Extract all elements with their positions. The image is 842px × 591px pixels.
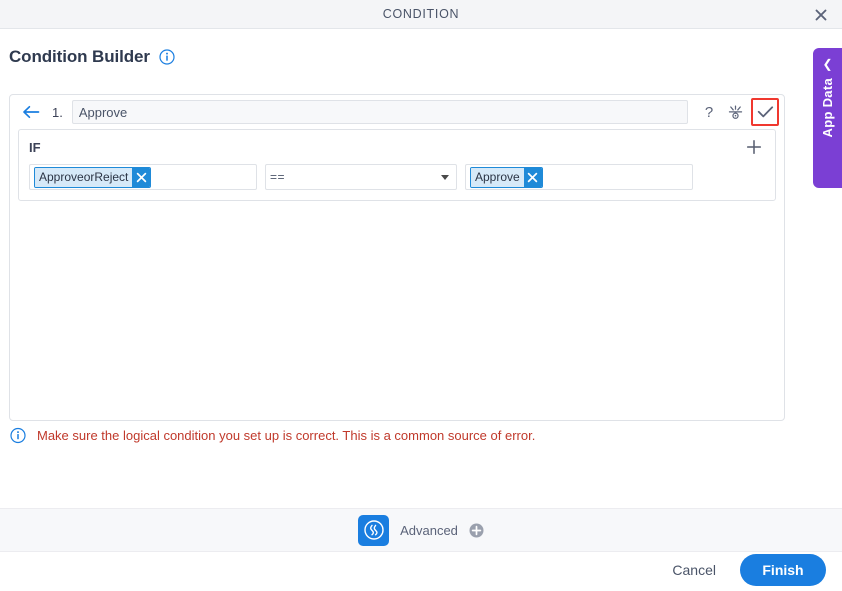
warning-text: Make sure the logical condition you set … — [37, 427, 536, 443]
rule-header: 1. ? — [10, 95, 784, 129]
rule-header-icons: ? — [696, 98, 779, 126]
rule-name-input[interactable] — [71, 100, 688, 124]
window-titlebar: CONDITION — [0, 0, 842, 29]
page-title: Condition Builder — [9, 47, 150, 66]
if-block: IF ApproveorReject == Approve — [18, 129, 776, 201]
cancel-button[interactable]: Cancel — [664, 556, 724, 584]
app-logo-icon[interactable] — [358, 514, 390, 546]
condition-row: ApproveorReject == Approve — [19, 160, 775, 200]
window-title: CONDITION — [382, 7, 460, 21]
settings-icon[interactable] — [722, 99, 748, 125]
if-label: IF — [29, 139, 41, 155]
chevron-left-icon[interactable]: ❮ — [822, 58, 832, 70]
right-token: Approve — [470, 166, 543, 188]
warning-row: Make sure the logical condition you set … — [10, 427, 535, 443]
advanced-bar: Advanced — [0, 508, 842, 552]
help-icon[interactable]: ? — [696, 99, 722, 125]
left-token-label: ApproveorReject — [35, 167, 133, 187]
checkmark-icon[interactable] — [751, 98, 779, 126]
app-data-tab-label: App Data — [820, 78, 835, 138]
remove-token-icon[interactable] — [132, 167, 151, 187]
info-icon — [10, 427, 26, 443]
condition-left-field[interactable]: ApproveorReject — [29, 164, 257, 190]
rule-canvas-area — [10, 209, 784, 420]
plus-icon[interactable] — [743, 136, 765, 158]
condition-right-field[interactable]: Approve — [465, 164, 693, 190]
dialog-footer: Cancel Finish — [664, 554, 826, 586]
if-header-row: IF — [19, 130, 775, 160]
operator-value: == — [270, 170, 286, 184]
finish-button[interactable]: Finish — [740, 554, 826, 586]
left-token: ApproveorReject — [34, 166, 152, 188]
info-icon[interactable] — [159, 49, 175, 65]
remove-token-icon[interactable] — [523, 167, 542, 187]
advanced-label: Advanced — [400, 522, 458, 538]
rule-index: 1. — [52, 104, 63, 120]
close-icon[interactable] — [810, 5, 832, 25]
condition-rule-card: 1. ? IF — [9, 94, 785, 421]
page-heading: Condition Builder — [9, 47, 175, 67]
app-data-tab[interactable]: ❮ App Data — [813, 48, 842, 188]
condition-operator-select[interactable]: == — [265, 164, 457, 190]
right-token-label: Approve — [471, 167, 524, 187]
plus-circle-icon[interactable] — [469, 523, 484, 538]
back-arrow-icon[interactable] — [18, 99, 44, 125]
chevron-down-icon[interactable] — [441, 174, 449, 180]
